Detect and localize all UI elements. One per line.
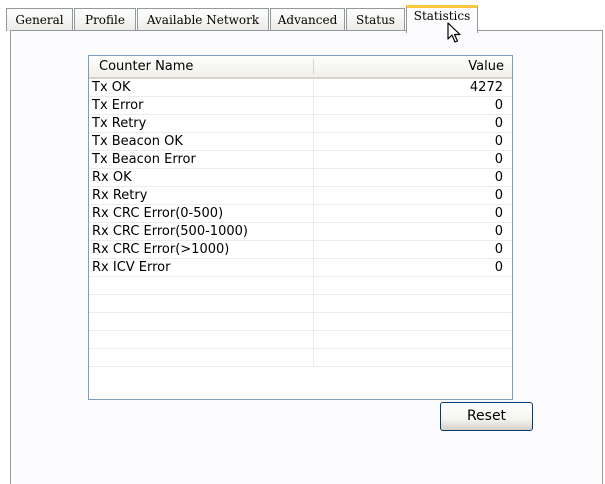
- counter-name: Rx CRC Error(500-1000): [92, 224, 248, 239]
- counter-name: Rx CRC Error(>1000): [92, 242, 230, 257]
- table-row[interactable]: Rx CRC Error(500-1000) 0: [89, 223, 512, 241]
- table-row[interactable]: Tx Retry 0: [89, 115, 512, 133]
- counter-value: 0: [494, 170, 503, 185]
- statistics-panel: Counter Name Value Tx OK 4272 Tx Error 0 T…: [10, 30, 603, 484]
- counter-value: 4272: [469, 80, 503, 95]
- table-row[interactable]: Tx Beacon OK 0: [89, 133, 512, 151]
- empty-row: [89, 331, 512, 349]
- table-row[interactable]: Rx CRC Error(>1000) 0: [89, 241, 512, 259]
- counter-name: Rx Retry: [92, 188, 148, 203]
- counter-value: 0: [494, 224, 503, 239]
- empty-row: [89, 313, 512, 331]
- column-separator[interactable]: [313, 59, 314, 74]
- counter-value: 0: [494, 206, 503, 221]
- table-row[interactable]: Rx Retry 0: [89, 187, 512, 205]
- counter-value: 0: [494, 188, 503, 203]
- counter-name: Tx Beacon Error: [92, 152, 196, 167]
- table-row[interactable]: Tx OK 4272: [89, 79, 512, 97]
- table-row[interactable]: Rx CRC Error(0-500) 0: [89, 205, 512, 223]
- table-row[interactable]: Rx ICV Error 0: [89, 259, 512, 277]
- list-body: Tx OK 4272 Tx Error 0 Tx Retry 0 Tx Beacon …: [89, 79, 512, 367]
- column-header-counter-name[interactable]: Counter Name: [99, 56, 193, 77]
- tab-profile[interactable]: Profile: [74, 8, 136, 31]
- table-row[interactable]: Rx OK 0: [89, 169, 512, 187]
- tab-statistics[interactable]: Statistics: [406, 5, 478, 33]
- counter-value: 0: [494, 152, 503, 167]
- counter-value: 0: [494, 134, 503, 149]
- counter-name: Tx OK: [92, 80, 131, 95]
- table-row[interactable]: Tx Beacon Error 0: [89, 151, 512, 169]
- counter-name: Tx Error: [92, 98, 144, 113]
- counter-name: Tx Retry: [92, 116, 147, 131]
- tab-status[interactable]: Status: [346, 8, 405, 31]
- tab-general[interactable]: General: [6, 8, 73, 31]
- tab-available-network[interactable]: Available Network: [137, 8, 269, 31]
- tab-advanced[interactable]: Advanced: [270, 8, 345, 31]
- counter-value: 0: [494, 98, 503, 113]
- empty-row: [89, 295, 512, 313]
- counter-value: 0: [494, 260, 503, 275]
- empty-row: [89, 349, 512, 367]
- counter-name: Rx CRC Error(0-500): [92, 206, 224, 221]
- counter-value: 0: [494, 242, 503, 257]
- counter-name: Tx Beacon OK: [92, 134, 183, 149]
- tab-strip: General Profile Available Network Advanc…: [6, 5, 605, 33]
- counter-name: Rx ICV Error: [92, 260, 171, 275]
- statistics-list[interactable]: Counter Name Value Tx OK 4272 Tx Error 0 T…: [88, 55, 513, 400]
- counter-value: 0: [494, 116, 503, 131]
- table-row[interactable]: Tx Error 0: [89, 97, 512, 115]
- reset-button[interactable]: Reset: [440, 402, 533, 431]
- column-header-value[interactable]: Value: [468, 56, 504, 77]
- counter-name: Rx OK: [92, 170, 132, 185]
- list-header: Counter Name Value: [89, 56, 512, 79]
- empty-row: [89, 277, 512, 295]
- arrow-cursor-icon: [447, 22, 461, 43]
